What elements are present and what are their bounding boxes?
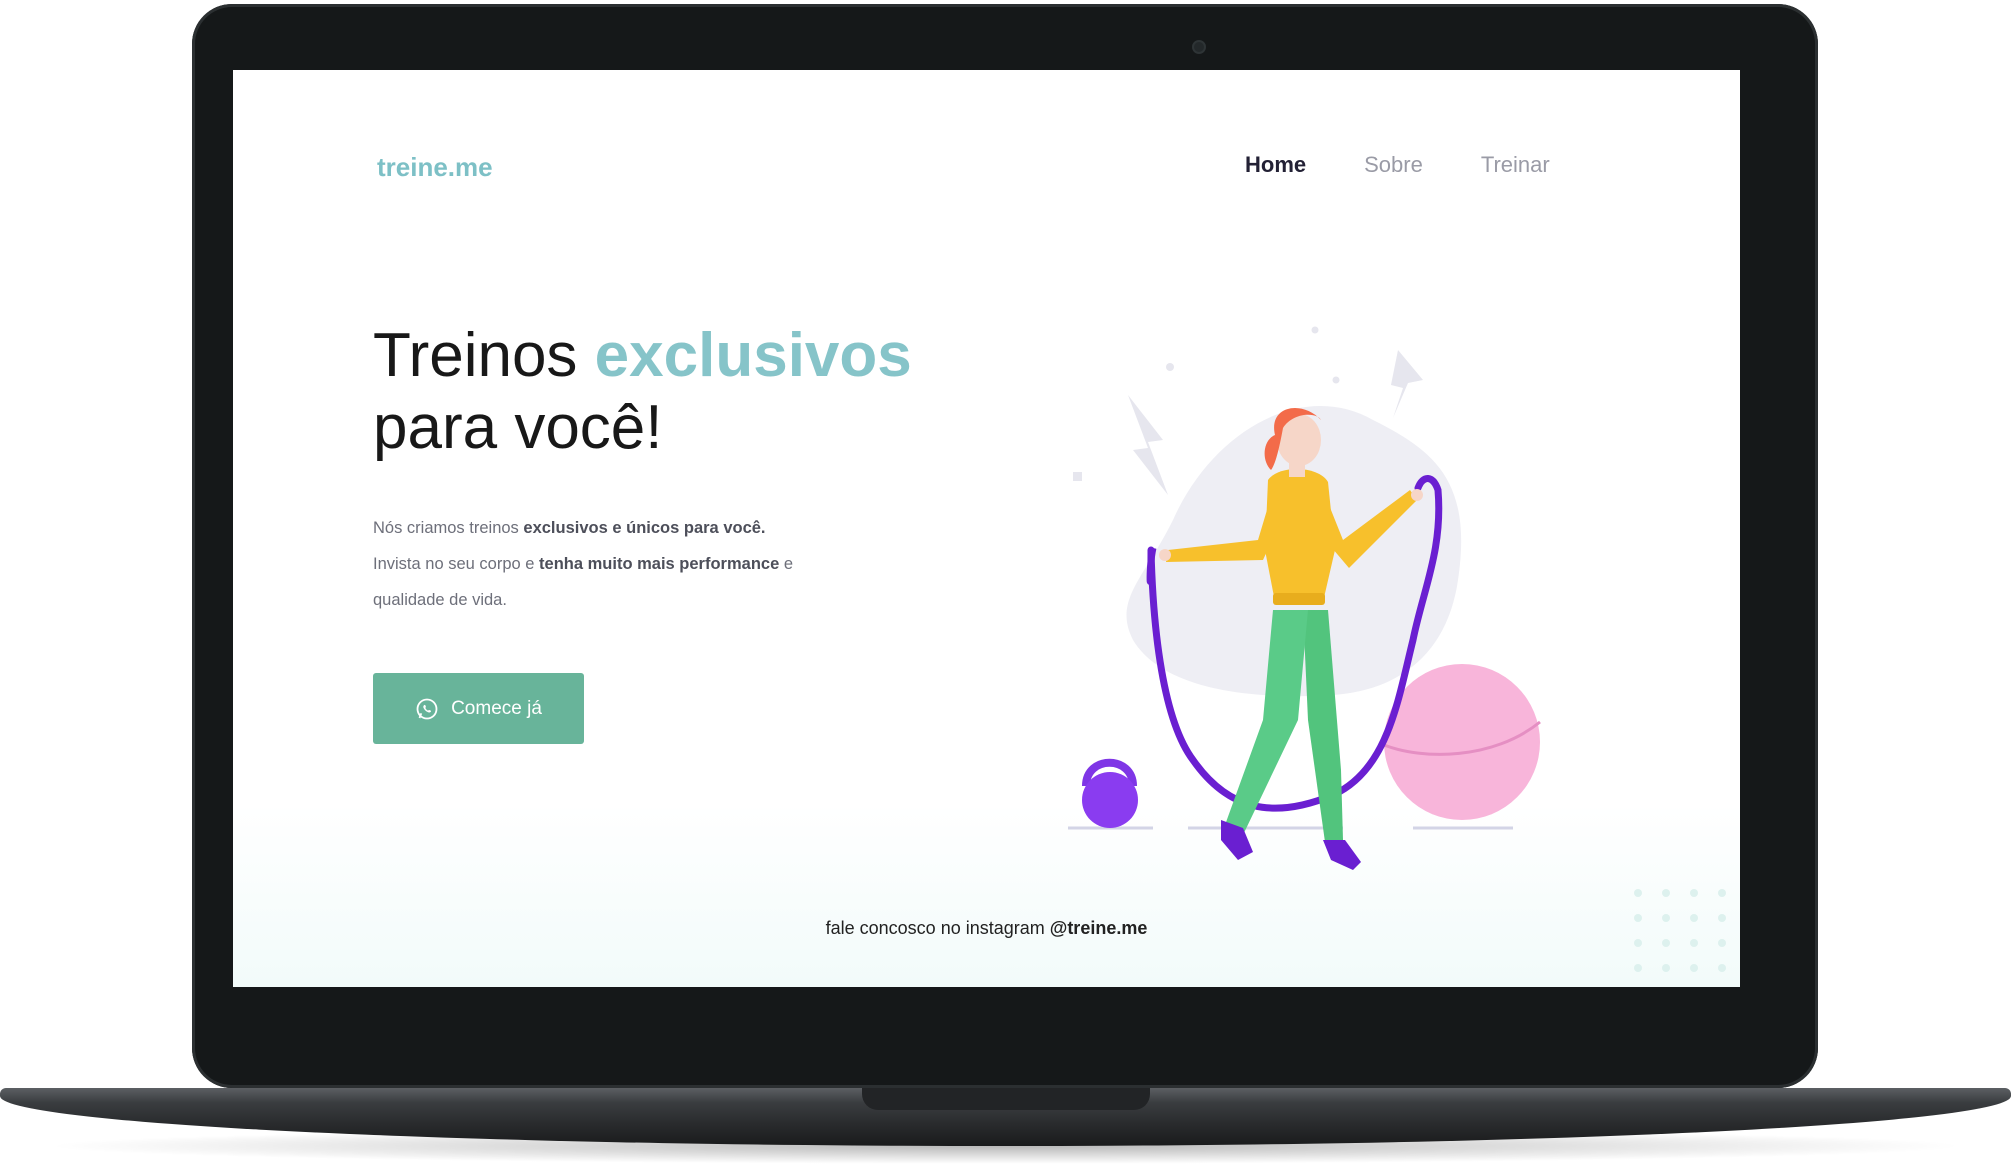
camera-dot	[1192, 40, 1206, 54]
start-now-label: Comece já	[451, 697, 542, 719]
hero-title-line2: para você!	[373, 393, 663, 462]
hero-text-2: Invista no seu corpo e	[373, 555, 535, 573]
person-shoe	[1221, 820, 1253, 860]
kettlebell-body	[1082, 772, 1138, 828]
person-shoe	[1323, 840, 1361, 870]
hero-text-1: Nós criamos treinos	[373, 519, 519, 537]
hero-title-accent: exclusivos	[594, 321, 912, 390]
website-screen: treine.me Home Sobre Treinar Treinos exc…	[233, 70, 1740, 987]
hero-title-plain: Treinos	[373, 321, 578, 390]
sparkle-dot	[1073, 472, 1082, 481]
sparkle-dot	[1311, 326, 1319, 334]
hero-title: Treinos exclusivos para você!	[373, 320, 912, 464]
hero-text-1-bold: exclusivos e únicos para você.	[523, 519, 766, 537]
instagram-handle[interactable]: @treine.me	[1050, 918, 1148, 938]
hero-description: Nós criamos treinos exclusivos e únicos …	[373, 510, 873, 618]
lightning-right-icon	[1391, 350, 1423, 418]
nav-treinar[interactable]: Treinar	[1481, 152, 1550, 178]
hero-text-2-bold: tenha muito mais performance	[539, 555, 780, 573]
hero-text-2-end: e	[783, 555, 794, 573]
decorative-dots	[1634, 889, 1726, 972]
whatsapp-icon	[416, 698, 438, 719]
nav-sobre[interactable]: Sobre	[1364, 152, 1423, 178]
footer-text: fale concosco no instagram	[825, 918, 1045, 938]
person-hand	[1411, 489, 1423, 501]
sparkle-dot	[1166, 363, 1174, 371]
person-waistband	[1273, 593, 1325, 605]
hero-text-3: qualidade de vida.	[373, 591, 507, 609]
main-nav: Home Sobre Treinar	[1245, 152, 1550, 178]
jump-rope-left	[1146, 547, 1157, 585]
lightning-left-icon	[1128, 395, 1168, 495]
nav-home[interactable]: Home	[1245, 152, 1306, 178]
logo[interactable]: treine.me	[377, 152, 493, 183]
exercise-ball	[1384, 664, 1540, 820]
footer-contact: fale concosco no instagram @treine.me	[233, 918, 1740, 939]
sparkle-dot	[1332, 376, 1340, 384]
person-hand	[1159, 549, 1171, 561]
start-now-button[interactable]: Comece já	[373, 673, 584, 744]
laptop-notch	[862, 1088, 1150, 1110]
jump-rope-illustration	[1068, 326, 1541, 870]
